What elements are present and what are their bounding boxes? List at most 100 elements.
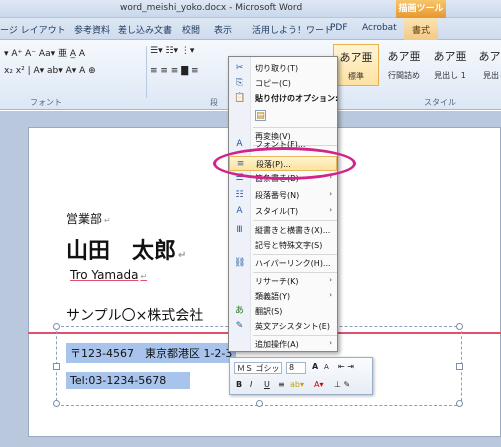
- menu-item-label: 記号と特殊文字(S): [255, 241, 323, 250]
- font-row-2[interactable]: x₂ x² | A▾ ab▾ A▾ A ⊕: [4, 66, 96, 76]
- paragraph-row-2[interactable]: ≡ ≡ ≡ ▇ ≡: [150, 66, 199, 76]
- address-text[interactable]: 〒123-4567 東京都港区 1-2-3: [66, 343, 237, 363]
- paragraph-group-label: 段: [210, 98, 218, 107]
- highlight-color-icon[interactable]: ab▾: [290, 380, 304, 389]
- menu-item-styles[interactable]: A スタイル(T) ›: [229, 204, 337, 219]
- menu-item-additional-actions[interactable]: 追加操作(A) ›: [229, 337, 337, 352]
- department-text[interactable]: 営業部 ↵: [66, 210, 111, 227]
- style-name: 標準: [348, 72, 364, 81]
- submenu-arrow-icon: ›: [329, 190, 332, 198]
- menu-item-synonyms[interactable]: 類義語(Y) ›: [229, 289, 337, 304]
- menu-item-hyperlink[interactable]: ⛓ ハイパーリンク(H)...: [229, 256, 337, 271]
- menu-item-label: ハイパーリンク(H)...: [255, 259, 331, 268]
- numbering-icon: ☷: [235, 190, 244, 200]
- tab-view[interactable]: 表示: [214, 23, 232, 36]
- menu-item-label: 縦書きと横書き(X)...: [255, 226, 331, 235]
- menu-item-label: 段落番号(N): [255, 191, 300, 200]
- bold-button[interactable]: B: [236, 380, 242, 389]
- menu-item-research[interactable]: リサーチ(K) ›: [229, 274, 337, 289]
- menu-item-label: 類義語(Y): [255, 292, 291, 301]
- menu-item-label: 貼り付けのオプション:: [255, 94, 339, 103]
- resize-handle[interactable]: [53, 323, 60, 330]
- grow-font-button[interactable]: A: [312, 362, 318, 371]
- name-jp-text[interactable]: 山田 太郎 ↵: [66, 233, 186, 265]
- cut-icon: ✂: [235, 63, 244, 73]
- menu-item-cut[interactable]: ✂ 切り取り(T): [229, 61, 337, 76]
- paste-icon: ▤: [255, 110, 266, 121]
- resize-handle[interactable]: [456, 400, 463, 407]
- tab-pdf[interactable]: PDF: [330, 23, 348, 33]
- style-heading[interactable]: あア亜 見出し: [472, 44, 501, 86]
- english-assistant-icon: ✎: [235, 321, 244, 331]
- tel-text[interactable]: Tel:03-1234-5678: [66, 372, 190, 389]
- ribbon-tabs: ージ レイアウト 参考資料 差し込み文書 校閲 表示 活用しよう！ワード PDF…: [0, 18, 501, 40]
- resize-handle[interactable]: [456, 323, 463, 330]
- menu-item-copy[interactable]: ⎘ コピー(C): [229, 76, 337, 91]
- style-sample: あア亜: [433, 50, 467, 63]
- name-en-text[interactable]: Tro Yamada ↵: [70, 268, 147, 282]
- style-name: 見出し: [483, 71, 501, 80]
- submenu-arrow-icon: ›: [329, 206, 332, 214]
- style-normal[interactable]: あア亜 標準: [333, 44, 379, 86]
- format-painter-icon[interactable]: ⊥ ✎: [334, 380, 350, 389]
- font-name-box[interactable]: ＭＳ ゴシッ: [234, 362, 282, 374]
- translate-icon: あ: [234, 306, 244, 316]
- menu-item-label: スタイル(T): [255, 207, 299, 216]
- highlight-oval: [213, 147, 356, 180]
- menu-separator: [253, 254, 337, 255]
- submenu-arrow-icon: ›: [329, 276, 332, 284]
- submenu-arrow-icon: ›: [329, 291, 332, 299]
- menu-item-paste-keep[interactable]: ▤: [229, 107, 337, 125]
- tab-review[interactable]: 校閲: [182, 23, 200, 36]
- font-row-1[interactable]: ▾ A⁺ A⁻ Aa▾ 亜 A̲ A: [4, 46, 85, 59]
- menu-item-label: 切り取り(T): [255, 64, 299, 73]
- shrink-font-button[interactable]: A: [324, 363, 329, 371]
- style-group-label: スタイル: [424, 98, 456, 107]
- resize-handle[interactable]: [456, 363, 463, 370]
- indent-icon[interactable]: ⇤ ⇥: [338, 362, 354, 371]
- style-name: 見出し 1: [434, 71, 466, 80]
- font-group-label: フォント: [30, 98, 62, 107]
- mini-toolbar[interactable]: ＭＳ ゴシッ 8 A A ⇤ ⇥ B I U ≡ ab▾ A▾ ⊥ ✎: [229, 357, 373, 395]
- tab-references[interactable]: 参考資料: [74, 23, 110, 36]
- font-color-icon[interactable]: A▾: [314, 380, 324, 389]
- paragraph-row-1[interactable]: ☰▾ ☷▾ ⋮▾: [150, 46, 194, 56]
- menu-separator: [253, 220, 337, 221]
- menu-separator: [253, 127, 337, 128]
- drawing-tools-tab-group: 描画ツール: [396, 0, 446, 18]
- menu-item-translate[interactable]: あ 翻訳(S): [229, 304, 337, 319]
- copy-icon: ⎘: [235, 78, 244, 88]
- tab-mailings[interactable]: 差し込み文書: [118, 23, 172, 36]
- menu-item-english-assistant[interactable]: ✎ 英文アシスタント(E): [229, 319, 337, 334]
- italic-button[interactable]: I: [250, 380, 252, 389]
- underline-button[interactable]: U: [264, 380, 270, 389]
- style-name: 行間詰め: [388, 71, 420, 80]
- menu-item-text-direction[interactable]: Ⅲ 縦書きと横書き(X)...: [229, 223, 337, 238]
- tab-page-layout[interactable]: ージ レイアウト: [0, 23, 66, 36]
- submenu-arrow-icon: ›: [329, 339, 332, 347]
- resize-handle[interactable]: [256, 400, 263, 407]
- paste-options-icon: 📋: [234, 93, 246, 103]
- window-title: word_meishi_yoko.docx - Microsoft Word: [120, 3, 303, 13]
- menu-item-symbols[interactable]: 記号と特殊文字(S): [229, 238, 337, 253]
- menu-item-label: 翻訳(S): [255, 307, 283, 316]
- hyperlink-icon: ⛓: [234, 258, 246, 268]
- tab-format[interactable]: 書式: [404, 18, 439, 40]
- menu-item-label: 追加操作(A): [255, 340, 299, 349]
- align-center-icon[interactable]: ≡: [278, 380, 285, 389]
- menu-item-label: リサーチ(K): [255, 277, 299, 286]
- style-sample: あア亜: [478, 50, 501, 63]
- font-icon: A: [236, 139, 243, 149]
- menu-item-numbering[interactable]: ☷ 段落番号(N) ›: [229, 188, 337, 203]
- menu-item-paste-options: 📋 貼り付けのオプション:: [229, 91, 339, 106]
- company-text[interactable]: サンプル〇×株式会社: [66, 305, 203, 325]
- font-size-box[interactable]: 8: [286, 362, 306, 374]
- menu-separator: [253, 335, 337, 336]
- style-heading-1[interactable]: あア亜 見出し 1: [427, 44, 473, 86]
- context-menu: ✂ 切り取り(T) ⎘ コピー(C) 📋 貼り付けのオプション: ▤ 再変換(V…: [228, 56, 338, 352]
- resize-handle[interactable]: [53, 363, 60, 370]
- resize-handle[interactable]: [53, 400, 60, 407]
- tab-acrobat[interactable]: Acrobat: [362, 23, 397, 33]
- tab-katsuyou-word[interactable]: 活用しよう！ワード: [252, 23, 333, 36]
- style-no-spacing[interactable]: あア亜 行間詰め: [381, 44, 427, 86]
